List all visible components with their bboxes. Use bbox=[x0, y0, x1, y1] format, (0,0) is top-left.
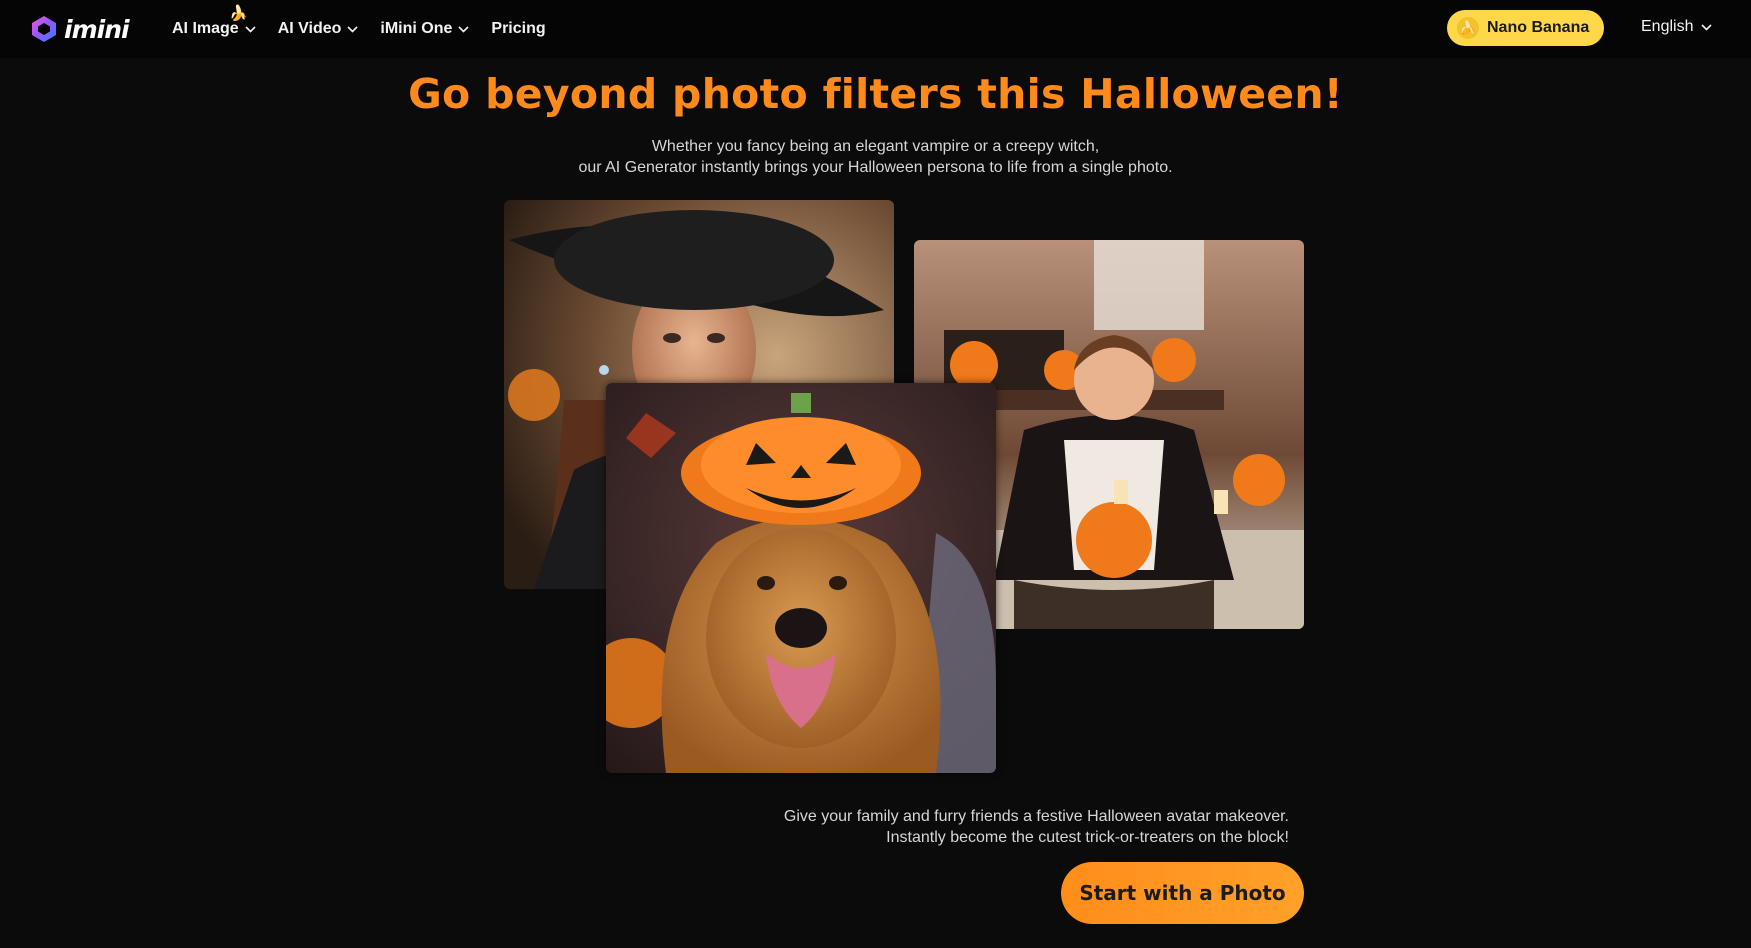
top-navigation-bar: imini AI Image 🍌 AI Video iMini One Pric… bbox=[0, 0, 1751, 58]
chevron-down-icon bbox=[347, 25, 358, 33]
hero-subtitle-line2: our AI Generator instantly brings your H… bbox=[578, 159, 1173, 176]
caption-line2: Instantly become the cutest trick-or-tre… bbox=[886, 829, 1289, 846]
nav-ai-video-label: AI Video bbox=[277, 20, 342, 37]
nav-ai-image-label: AI Image bbox=[172, 20, 239, 37]
banana-coin-icon: 🍌 bbox=[1457, 17, 1479, 39]
nav-imini-one-label: iMini One bbox=[380, 20, 453, 37]
logo-icon bbox=[32, 16, 56, 42]
nav-pricing-label: Pricing bbox=[491, 20, 546, 37]
gallery-caption: Give your family and furry friends a fes… bbox=[784, 806, 1289, 848]
hero-title: Go beyond photo filters this Halloween! bbox=[408, 70, 1343, 118]
imini-logo[interactable]: imini bbox=[30, 14, 130, 44]
logo-text: imini bbox=[64, 14, 130, 44]
nav-ai-video[interactable]: AI Video bbox=[278, 18, 359, 40]
banana-icon: 🍌 bbox=[229, 5, 248, 22]
chevron-down-icon bbox=[458, 25, 469, 33]
dog-pumpkin-hat-image bbox=[606, 383, 996, 773]
language-selector[interactable]: English bbox=[1641, 18, 1713, 36]
nano-banana-label: Nano Banana bbox=[1487, 19, 1590, 36]
caption-line1: Give your family and furry friends a fes… bbox=[783, 808, 1289, 825]
chevron-down-icon bbox=[1701, 23, 1713, 31]
start-with-photo-button[interactable]: Start with a Photo bbox=[1061, 862, 1304, 924]
nav-imini-one[interactable]: iMini One bbox=[380, 18, 469, 40]
chevron-down-icon bbox=[245, 25, 256, 33]
hero-subtitle-line1: Whether you fancy being an elegant vampi… bbox=[651, 138, 1100, 155]
nav-pricing[interactable]: Pricing bbox=[491, 18, 545, 40]
hero-subtitle: Whether you fancy being an elegant vampi… bbox=[0, 136, 1751, 178]
main-nav: AI Image 🍌 AI Video iMini One Pricing bbox=[172, 5, 568, 40]
language-label: English bbox=[1641, 18, 1694, 35]
nano-banana-button[interactable]: 🍌 Nano Banana bbox=[1447, 10, 1604, 46]
nav-ai-image[interactable]: AI Image 🍌 bbox=[172, 5, 256, 40]
